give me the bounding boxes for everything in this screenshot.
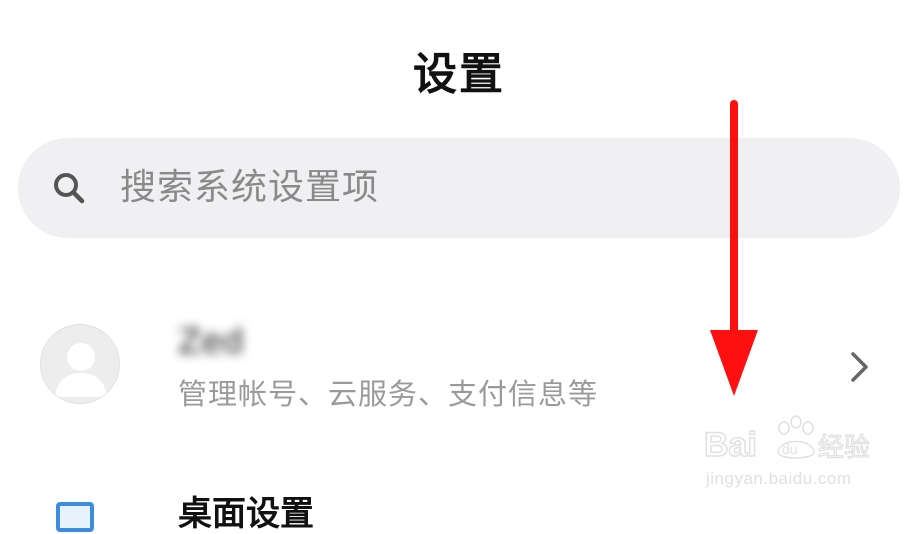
svg-text:经验: 经验 bbox=[818, 433, 870, 463]
red-arrow-down-icon bbox=[710, 100, 758, 396]
search-icon bbox=[54, 173, 85, 204]
settings-item-label: 桌面设置 bbox=[178, 494, 314, 534]
search-bar[interactable]: 搜索系统设置项 bbox=[18, 138, 900, 238]
svg-text:Bai: Bai bbox=[704, 426, 757, 464]
svg-text:du: du bbox=[782, 441, 798, 457]
baidu-jingyan-watermark: Bai du 经验 jingyan.baidu.com bbox=[703, 415, 871, 488]
page-title: 设置 bbox=[413, 49, 505, 100]
chevron-right-icon[interactable] bbox=[848, 350, 872, 384]
search-placeholder[interactable]: 搜索系统设置项 bbox=[120, 166, 379, 210]
account-row[interactable]: Zed 管理帐号、云服务、支付信息等 bbox=[0, 300, 918, 430]
svg-text:jingyan.baidu.com: jingyan.baidu.com bbox=[705, 469, 852, 488]
settings-item-desktop[interactable]: 桌面设置 bbox=[0, 490, 918, 534]
account-name: Zed bbox=[178, 322, 244, 362]
account-subtitle: 管理帐号、云服务、支付信息等 bbox=[178, 377, 599, 411]
wallpaper-icon bbox=[56, 502, 94, 532]
avatar[interactable] bbox=[40, 324, 120, 404]
default-avatar-icon bbox=[55, 343, 107, 397]
